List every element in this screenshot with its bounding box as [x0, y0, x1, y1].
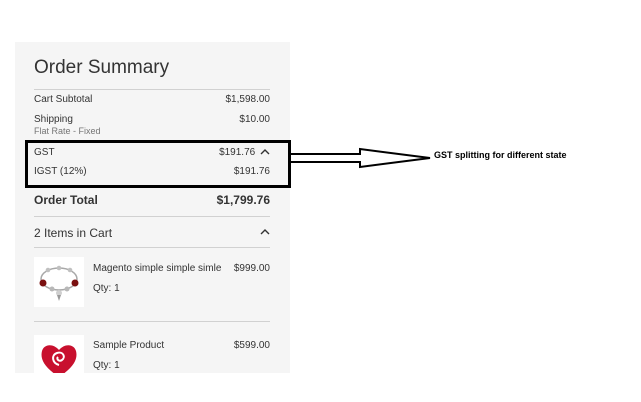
product-thumbnail[interactable]: [34, 335, 84, 373]
shipping-value: $10.00: [239, 114, 270, 125]
product-price: $999.00: [233, 263, 270, 274]
items-in-cart-toggle[interactable]: 2 Items in Cart: [34, 226, 112, 240]
annotation-text: GST splitting for different state: [434, 150, 567, 160]
product-price: $599.00: [233, 340, 270, 351]
product-name[interactable]: Magento simple simple simle: [93, 263, 221, 274]
arrow-right-icon: [289, 147, 431, 169]
divider: [34, 89, 270, 90]
shipping-method: Flat Rate - Fixed: [34, 126, 101, 136]
product-qty: Qty: 1: [93, 360, 120, 371]
swirl-heart-icon: [41, 345, 77, 373]
shipping-label: Shipping: [34, 114, 73, 125]
order-summary-title: Order Summary: [34, 57, 170, 78]
order-summary-panel: Order Summary Cart Subtotal $1,598.00 Sh…: [15, 42, 290, 373]
gst-highlight-box: [25, 140, 291, 188]
subtotal-value: $1,598.00: [225, 94, 271, 105]
product-qty: Qty: 1: [93, 283, 120, 294]
product-thumbnail[interactable]: [34, 257, 84, 307]
divider: [34, 321, 270, 322]
bracelet-icon: [39, 265, 79, 301]
divider: [34, 216, 270, 217]
order-total-label: Order Total: [34, 193, 98, 207]
order-total-value: $1,799.76: [216, 193, 270, 207]
subtotal-label: Cart Subtotal: [34, 94, 93, 105]
product-name[interactable]: Sample Product: [93, 340, 164, 351]
divider: [34, 247, 270, 248]
chevron-up-icon[interactable]: [260, 228, 270, 236]
